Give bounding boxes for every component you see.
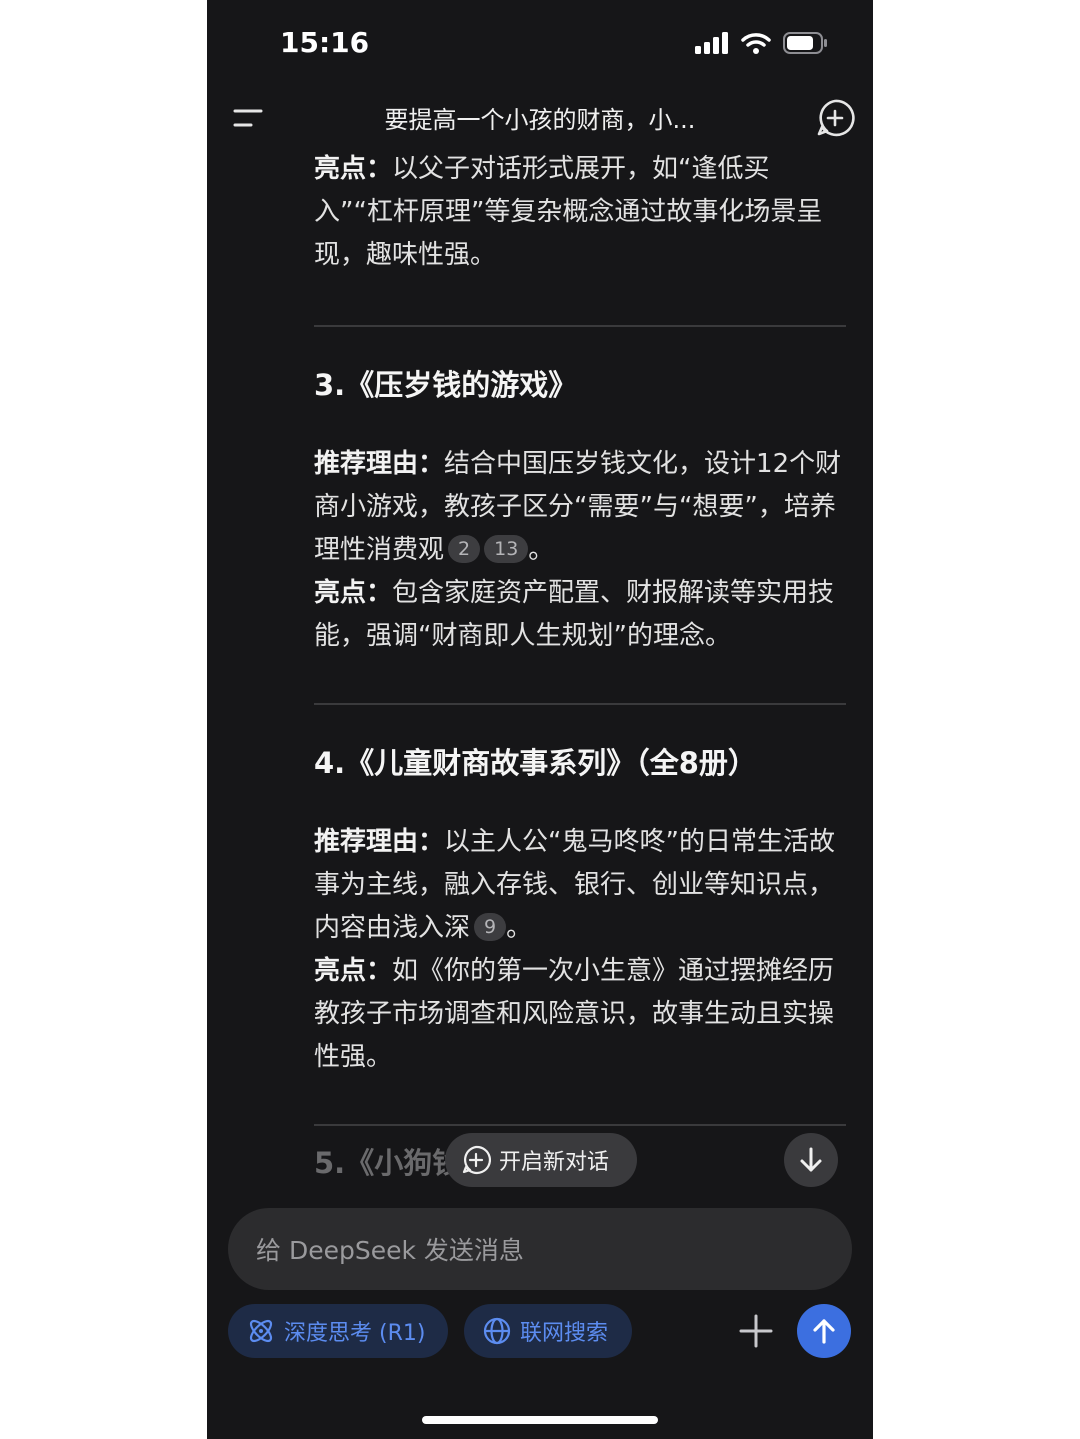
- status-icons: [695, 32, 829, 54]
- deep-think-toggle[interactable]: 深度思考 (R1): [228, 1304, 448, 1358]
- menu-icon: [233, 109, 263, 127]
- scroll-to-bottom-button[interactable]: [784, 1133, 838, 1187]
- highlight-label: 亮点: [314, 956, 367, 986]
- colon: ：: [418, 827, 445, 857]
- deep-think-label: 深度思考 (R1): [284, 1321, 426, 1346]
- new-chat-button[interactable]: [815, 98, 855, 138]
- reason-paragraph: 推荐理由：以主人公“鬼马咚咚”的日常生活故事为主线，融入存钱、银行、创业等知识点…: [314, 821, 846, 1079]
- send-button[interactable]: [797, 1304, 851, 1358]
- attach-button[interactable]: [737, 1312, 775, 1350]
- new-chat-icon: [462, 1145, 491, 1174]
- colon: ：: [366, 956, 393, 986]
- new-chat-icon: [817, 99, 855, 137]
- highlight-label: 亮点: [314, 154, 367, 184]
- message-input[interactable]: 给 DeepSeek 发送消息: [228, 1208, 852, 1290]
- phone-screen: 15:16 要提高一个小孩的财商，小... 亮点：以父子对话形式展开，如“逢低买…: [207, 0, 873, 1439]
- plus-icon: [739, 1314, 773, 1348]
- colon: ：: [418, 449, 445, 479]
- arrow-down-icon: [800, 1147, 822, 1172]
- chat-title: 要提高一个小孩的财商，小...: [384, 106, 696, 134]
- home-indicator[interactable]: [422, 1416, 658, 1424]
- reason-label: 推荐理由: [314, 449, 419, 479]
- message-input-placeholder: 给 DeepSeek 发送消息: [256, 1236, 524, 1265]
- atom-icon: [249, 1319, 273, 1343]
- reason-paragraph: 推荐理由：结合中国压岁钱文化，设计12个财商小游戏，教孩子区分“需要”与“想要”…: [314, 443, 846, 658]
- highlight-label: 亮点: [314, 578, 367, 608]
- period: 。: [506, 913, 533, 943]
- citation-badge[interactable]: 9: [474, 913, 507, 941]
- citation-badge[interactable]: 2: [448, 535, 481, 563]
- web-search-label: 联网搜索: [520, 1321, 609, 1346]
- next-section-title: 5.《小狗钱: [314, 1146, 454, 1180]
- divider: [314, 1124, 846, 1126]
- message-content: 亮点：以父子对话形式展开，如“逢低买入”“杠杆原理”等复杂概念通过故事化场景呈现…: [314, 148, 846, 1126]
- period: 。: [528, 535, 555, 565]
- colon: ：: [366, 578, 393, 608]
- section-title: 4.《儿童财商故事系列》（全8册）: [314, 746, 757, 780]
- highlight-text: 如《你的第一次小生意》通过摆摊经历教孩子市场调查和风险意识，故事生动且实操性强。: [314, 956, 835, 1072]
- arrow-up-icon: [813, 1319, 835, 1344]
- citation-badge[interactable]: 13: [484, 535, 529, 563]
- web-search-toggle[interactable]: 联网搜索: [464, 1304, 632, 1358]
- start-new-chat-label: 开启新对话: [499, 1150, 610, 1175]
- title-bar: 要提高一个小孩的财商，小...: [207, 90, 873, 146]
- section-title: 3.《压岁钱的游戏》: [314, 368, 578, 402]
- menu-button[interactable]: [233, 103, 263, 133]
- status-time: 15:16: [280, 26, 370, 59]
- battery-icon: [783, 32, 827, 54]
- start-new-chat-button[interactable]: 开启新对话: [445, 1133, 637, 1187]
- cellular-signal-icon: [695, 32, 728, 54]
- colon: ：: [366, 154, 393, 184]
- globe-icon: [483, 1317, 511, 1345]
- intro-highlight: 亮点：以父子对话形式展开，如“逢低买入”“杠杆原理”等复杂概念通过故事化场景呈现…: [314, 148, 846, 277]
- highlight-text: 包含家庭资产配置、财报解读等实用技能，强调“财商即人生规划”的理念。: [314, 578, 835, 651]
- wifi-icon: [741, 33, 771, 54]
- reason-label: 推荐理由: [314, 827, 419, 857]
